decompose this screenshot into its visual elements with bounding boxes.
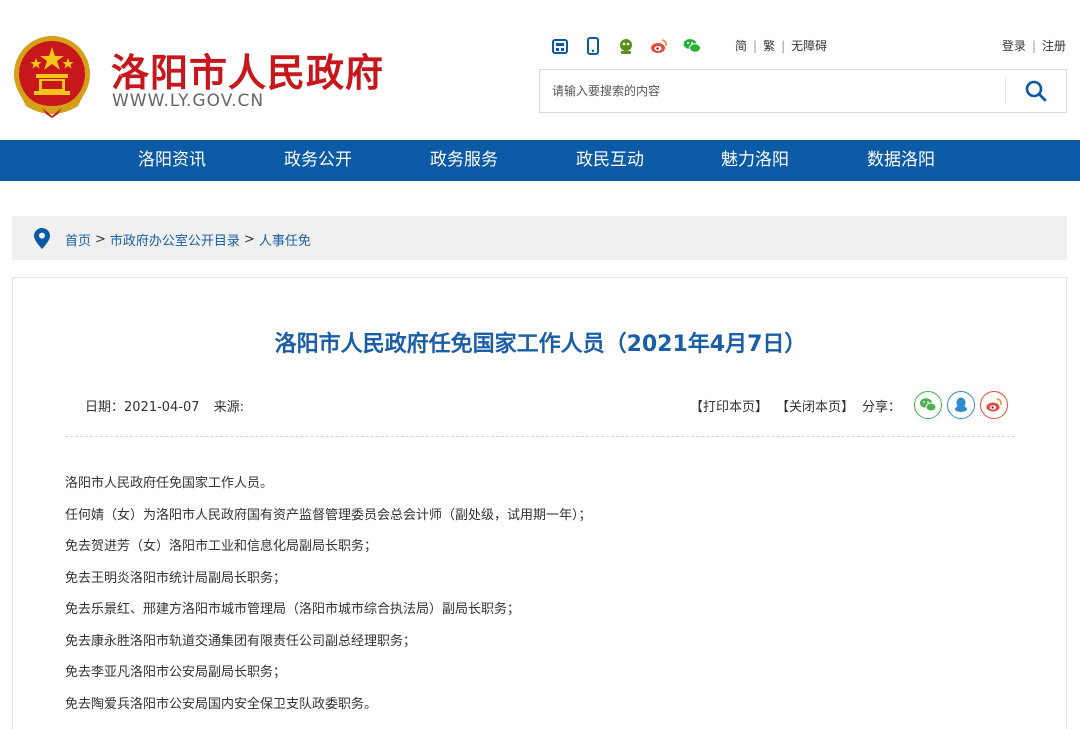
qq-icon [954, 397, 968, 413]
article-paragraph: 免去王明炎洛阳市统计局副局长职务； [65, 569, 1015, 601]
article-body: 洛阳市人民政府任免国家工作人员。 任何婧（女）为洛阳市人民政府国有资产监督管理委… [65, 474, 1015, 726]
share-qq-button[interactable] [947, 391, 975, 419]
simplified-chinese-link[interactable]: 简 [735, 37, 747, 54]
article-paragraph: 免去李亚凡洛阳市公安局副局长职务； [65, 663, 1015, 695]
main-nav: 洛阳资讯 政务公开 政务服务 政民互动 魅力洛阳 数据洛阳 [0, 140, 1080, 181]
search-box [539, 69, 1067, 113]
breadcrumb-trail: 首页 > 市政府办公室公开目录 > 人事任免 [65, 230, 311, 249]
article-paragraph: 任何婧（女）为洛阳市人民政府国有资产监督管理委员会总会计师（副处级，试用期一年）… [65, 506, 1015, 538]
print-page-link[interactable]: 【打印本页】 [690, 396, 768, 415]
article-title: 洛阳市人民政府任免国家工作人员（2021年4月7日） [13, 326, 1068, 358]
weibo-icon [985, 397, 1003, 413]
share-label: 分享： [862, 396, 901, 415]
breadcrumb-separator: > [95, 232, 106, 247]
weibo-building-icon[interactable] [550, 36, 570, 56]
article-paragraph: 免去陶爱兵洛阳市公安局国内安全保卫支队政委职务。 [65, 695, 1015, 727]
mobile-icon[interactable] [583, 36, 603, 56]
site-header: 洛阳市人民政府 WWW.LY.GOV.CN [0, 0, 1080, 140]
separator: | [1032, 39, 1036, 53]
accessibility-link[interactable]: 无障碍 [791, 37, 827, 54]
breadcrumb: 首页 > 市政府办公室公开目录 > 人事任免 [12, 216, 1067, 260]
robot-icon[interactable] [616, 36, 636, 56]
language-links: 简 | 繁 | 无障碍 [735, 37, 827, 54]
separator: | [753, 39, 757, 53]
register-link[interactable]: 注册 [1042, 37, 1066, 54]
article-paragraph: 免去康永胜洛阳市轨道交通集团有限责任公司副总经理职务； [65, 632, 1015, 664]
share-wechat-button[interactable] [914, 391, 942, 419]
nav-item-charming-luoyang[interactable]: 魅力洛阳 [721, 140, 789, 181]
traditional-chinese-link[interactable]: 繁 [763, 37, 775, 54]
login-link[interactable]: 登录 [1002, 37, 1026, 54]
article-paragraph: 洛阳市人民政府任免国家工作人员。 [65, 474, 1015, 506]
top-icon-bar [550, 36, 715, 56]
article-meta: 日期：2021-04-07 来源: [85, 396, 244, 415]
separator: | [781, 39, 785, 53]
nav-item-citizen-interaction[interactable]: 政民互动 [576, 140, 644, 181]
location-pin-icon [34, 228, 50, 249]
wechat-icon[interactable] [682, 36, 702, 56]
share-weibo-button[interactable] [980, 391, 1008, 419]
article-tools: 【打印本页】 【关闭本页】 分享： [690, 391, 1008, 419]
breadcrumb-personnel-link[interactable]: 人事任免 [259, 230, 311, 249]
weibo-icon[interactable] [649, 36, 669, 56]
nav-item-luoyang-news[interactable]: 洛阳资讯 [138, 140, 206, 181]
article-date: 日期：2021-04-07 [85, 400, 200, 415]
breadcrumb-office-catalog-link[interactable]: 市政府办公室公开目录 [110, 230, 240, 249]
close-page-link[interactable]: 【关闭本页】 [776, 396, 854, 415]
site-name[interactable]: 洛阳市人民政府 [111, 42, 384, 97]
search-input[interactable] [552, 70, 992, 112]
article-divider [65, 436, 1015, 437]
nav-item-data-luoyang[interactable]: 数据洛阳 [867, 140, 935, 181]
user-links: 登录 | 注册 [1002, 37, 1066, 54]
search-icon [1024, 79, 1048, 103]
site-domain: WWW.LY.GOV.CN [112, 91, 264, 111]
nav-item-government-affairs-public[interactable]: 政务公开 [284, 140, 352, 181]
search-button[interactable] [1016, 76, 1056, 106]
breadcrumb-separator: > [244, 232, 255, 247]
breadcrumb-home-link[interactable]: 首页 [65, 230, 91, 249]
nav-item-government-services[interactable]: 政务服务 [430, 140, 498, 181]
article-source: 来源: [214, 400, 244, 415]
article-paragraph: 免去贺进芳（女）洛阳市工业和信息化局副局长职务； [65, 537, 1015, 569]
article-paragraph: 免去乐景红、邢建方洛阳市城市管理局（洛阳市城市综合执法局）副局长职务； [65, 600, 1015, 632]
wechat-icon [919, 397, 937, 413]
search-divider [1005, 78, 1006, 104]
article-panel: 洛阳市人民政府任免国家工作人员（2021年4月7日） 日期：2021-04-07… [12, 277, 1067, 729]
national-emblem-icon[interactable] [12, 34, 92, 118]
